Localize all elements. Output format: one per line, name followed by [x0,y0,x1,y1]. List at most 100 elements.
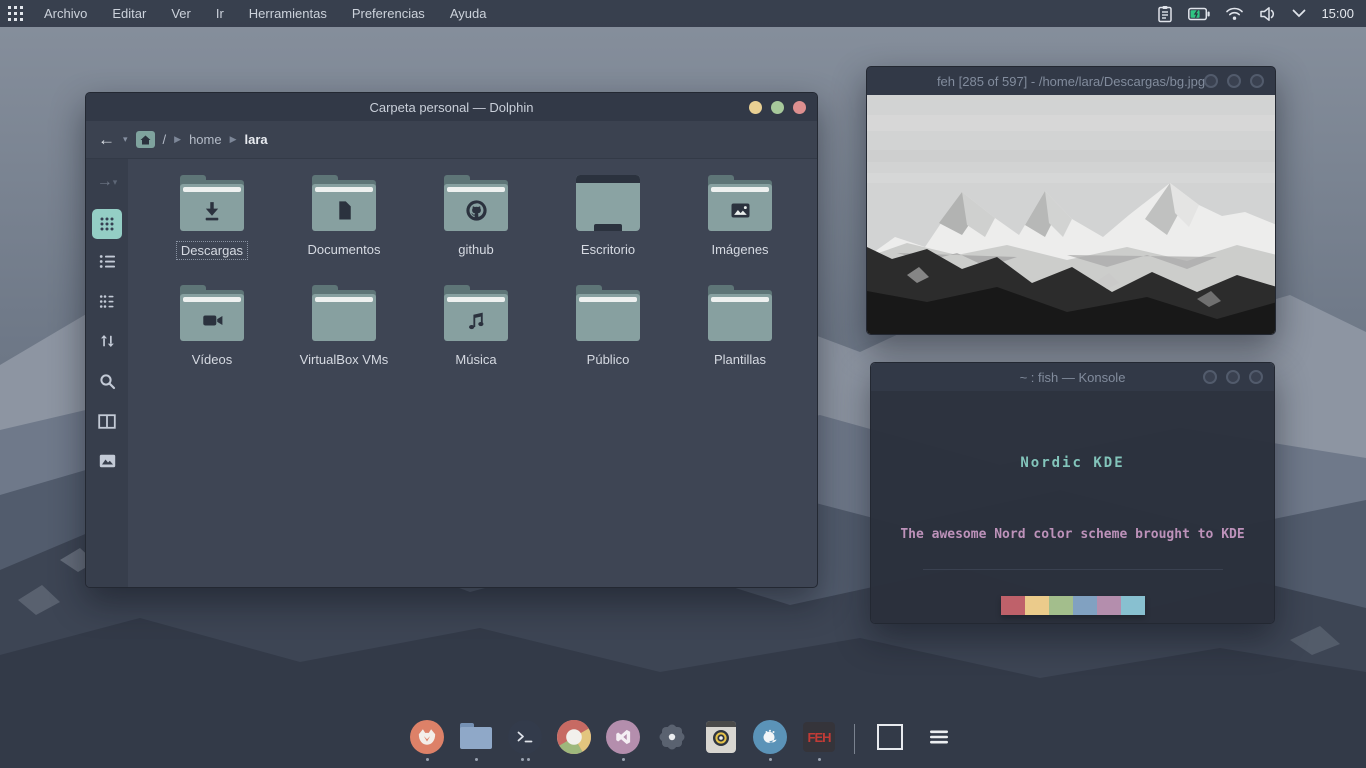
clock[interactable]: 15:00 [1321,6,1354,21]
feh-titlebar[interactable]: feh [285 of 597] - /home/lara/Descargas/… [867,67,1275,95]
vscode-icon [606,720,640,754]
dock-item-system-settings[interactable] [654,720,690,762]
close-button[interactable] [1250,74,1264,88]
desktop: Archivo Editar Ver Ir Herramientas Prefe… [0,0,1366,768]
folder-label: github [454,241,497,258]
folder-label: Imágenes [707,241,772,258]
folder-icon-github [444,175,508,231]
dock-item-chromium[interactable] [556,720,592,762]
app-launcher-button[interactable] [0,0,30,27]
folder-label: Música [451,351,500,368]
minimize-button[interactable] [1204,74,1218,88]
breadcrumb-root[interactable]: / [163,132,167,147]
music-note-icon [463,308,489,334]
icons-view-button[interactable] [92,209,122,239]
dock-item-menu[interactable] [921,720,957,762]
menu-ir[interactable]: Ir [216,6,224,21]
battery-icon[interactable] [1188,7,1210,21]
palette-swatch-yellow [1025,596,1049,615]
dolphin-sidebar: → ▾ [86,159,128,588]
sort-button[interactable] [92,326,122,356]
github-icon [463,197,490,224]
breadcrumb-lara[interactable]: lara [245,132,268,147]
split-view-button[interactable] [92,406,122,436]
folder-icon-plain [708,285,772,341]
palette-swatch-green [1049,596,1073,615]
minimize-button[interactable] [749,101,762,114]
mountain-photo [867,95,1276,335]
icons-view-icon [99,216,115,232]
terminal-heading: Nordic KDE [871,455,1274,471]
folder-icon-plain [312,285,376,341]
preview-button[interactable] [92,446,122,476]
document-icon [332,198,357,223]
folder-label: Descargas [176,241,248,260]
dolphin-titlebar[interactable]: Carpeta personal — Dolphin [86,93,817,121]
forward-button[interactable]: → ▾ [92,167,122,197]
konsole-titlebar[interactable]: ~ : fish — Konsole [871,363,1274,391]
dolphin-window: Carpeta personal — Dolphin ← ▾ / ▶ home … [85,92,818,588]
menu-ayuda[interactable]: Ayuda [450,6,487,21]
breadcrumb-home-icon[interactable] [136,131,155,148]
folder-item-escritorio[interactable]: Escritorio [542,169,674,279]
clipboard-icon[interactable] [1157,5,1173,23]
back-history-caret[interactable]: ▾ [123,134,128,145]
palette-swatch-red [1001,596,1025,615]
dock-item-vscode[interactable] [605,720,641,762]
folder-label: Documentos [304,241,385,258]
maximize-button[interactable] [771,101,784,114]
maximize-button[interactable] [1226,370,1240,384]
minimize-button[interactable] [1203,370,1217,384]
wifi-icon[interactable] [1225,6,1244,21]
terminal-icon [508,720,542,754]
folder-item-virtualbox[interactable]: VirtualBox VMs [278,279,410,389]
close-button[interactable] [793,101,806,114]
menu-archivo[interactable]: Archivo [44,6,87,21]
chevron-down-icon[interactable] [1292,9,1306,18]
dock-item-firefox[interactable] [409,720,445,762]
dock-item-feh[interactable]: FEH [801,720,837,762]
folder-item-publico[interactable]: Público [542,279,674,389]
volume-icon[interactable] [1259,6,1277,22]
app-grid-icon [8,6,23,21]
maximize-button[interactable] [1227,74,1241,88]
dolphin-title: Carpeta personal — Dolphin [86,100,817,115]
sort-icon [99,333,115,349]
back-button[interactable]: ← [98,131,115,148]
folder-icon-video [180,285,244,341]
global-menubar: Archivo Editar Ver Ir Herramientas Prefe… [44,6,486,21]
menu-editar[interactable]: Editar [112,6,146,21]
breadcrumb-separator-icon: ▶ [230,134,237,145]
menu-herramientas[interactable]: Herramientas [249,6,327,21]
preview-image-icon [99,454,116,468]
dock-item-night-app[interactable] [752,720,788,762]
terminal-output[interactable]: Nordic KDE The awesome Nord color scheme… [871,391,1274,624]
folder-item-documentos[interactable]: Documentos [278,169,410,279]
details-view-button[interactable] [92,246,122,276]
compact-view-button[interactable] [92,286,122,316]
breadcrumb-home[interactable]: home [189,132,222,147]
folder-item-plantillas[interactable]: Plantillas [674,279,806,389]
menu-ver[interactable]: Ver [171,6,191,21]
download-icon [199,198,225,224]
split-view-icon [98,414,116,429]
folder-label: VirtualBox VMs [296,351,393,368]
dock-item-terminal[interactable] [507,720,543,762]
feh-window: feh [285 of 597] - /home/lara/Descargas/… [866,66,1276,335]
close-button[interactable] [1249,370,1263,384]
chromium-icon [557,720,591,754]
dock-item-show-desktop[interactable] [872,720,908,762]
dock-item-media-player[interactable] [703,720,739,762]
menu-preferencias[interactable]: Preferencias [352,6,425,21]
dock-item-file-manager[interactable] [458,720,494,762]
folder-icon-download [180,175,244,231]
moon-cloud-icon [753,720,787,754]
folder-item-musica[interactable]: Música [410,279,542,389]
folder-item-descargas[interactable]: Descargas [146,169,278,279]
folder-item-github[interactable]: github [410,169,542,279]
folder-icon-image [708,175,772,231]
folder-item-videos[interactable]: Vídeos [146,279,278,389]
palette-swatch-cyan [1121,596,1145,615]
folder-item-imagenes[interactable]: Imágenes [674,169,806,279]
search-button[interactable] [92,366,122,396]
